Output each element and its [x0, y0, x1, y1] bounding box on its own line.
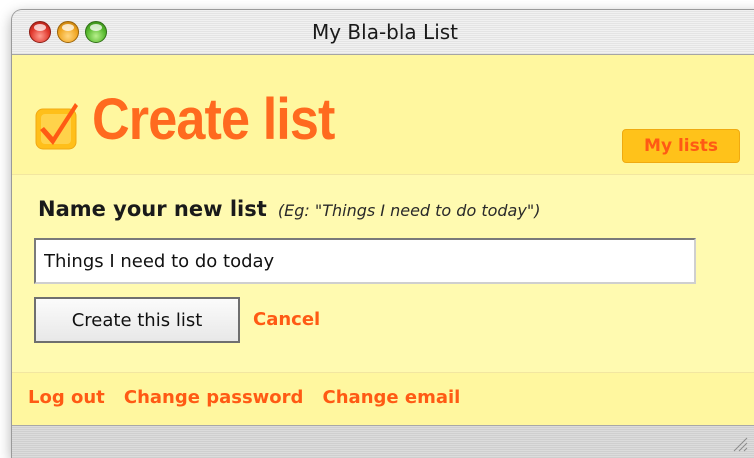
my-lists-button[interactable]: My lists: [622, 129, 740, 163]
page-footer: Log out Change password Change email: [12, 372, 754, 426]
log-out-link[interactable]: Log out: [28, 387, 105, 408]
list-name-input[interactable]: [34, 238, 696, 284]
app-window: My Bla-bla List Create list My lists Nam…: [12, 10, 754, 458]
window-bottom-bar: [12, 425, 754, 458]
name-field-label-row: Name your new list (Eg: "Things I need t…: [38, 197, 540, 221]
window-title: My Bla-bla List: [311, 20, 459, 44]
change-password-link[interactable]: Change password: [124, 387, 304, 408]
checkbox-check-icon: [35, 103, 78, 150]
page-title: Create list: [92, 87, 335, 152]
name-field-label: Name your new list: [38, 197, 267, 221]
title-bar[interactable]: My Bla-bla List: [12, 10, 754, 55]
page-content: Create list My lists Name your new list …: [12, 55, 754, 426]
create-list-button[interactable]: Create this list: [34, 297, 240, 343]
name-field-hint: (Eg: "Things I need to do today"): [277, 201, 541, 220]
resize-grip-icon[interactable]: [730, 434, 748, 452]
cancel-link[interactable]: Cancel: [253, 309, 320, 330]
change-email-link[interactable]: Change email: [323, 387, 461, 408]
footer-links: Log out Change password Change email: [28, 387, 474, 408]
